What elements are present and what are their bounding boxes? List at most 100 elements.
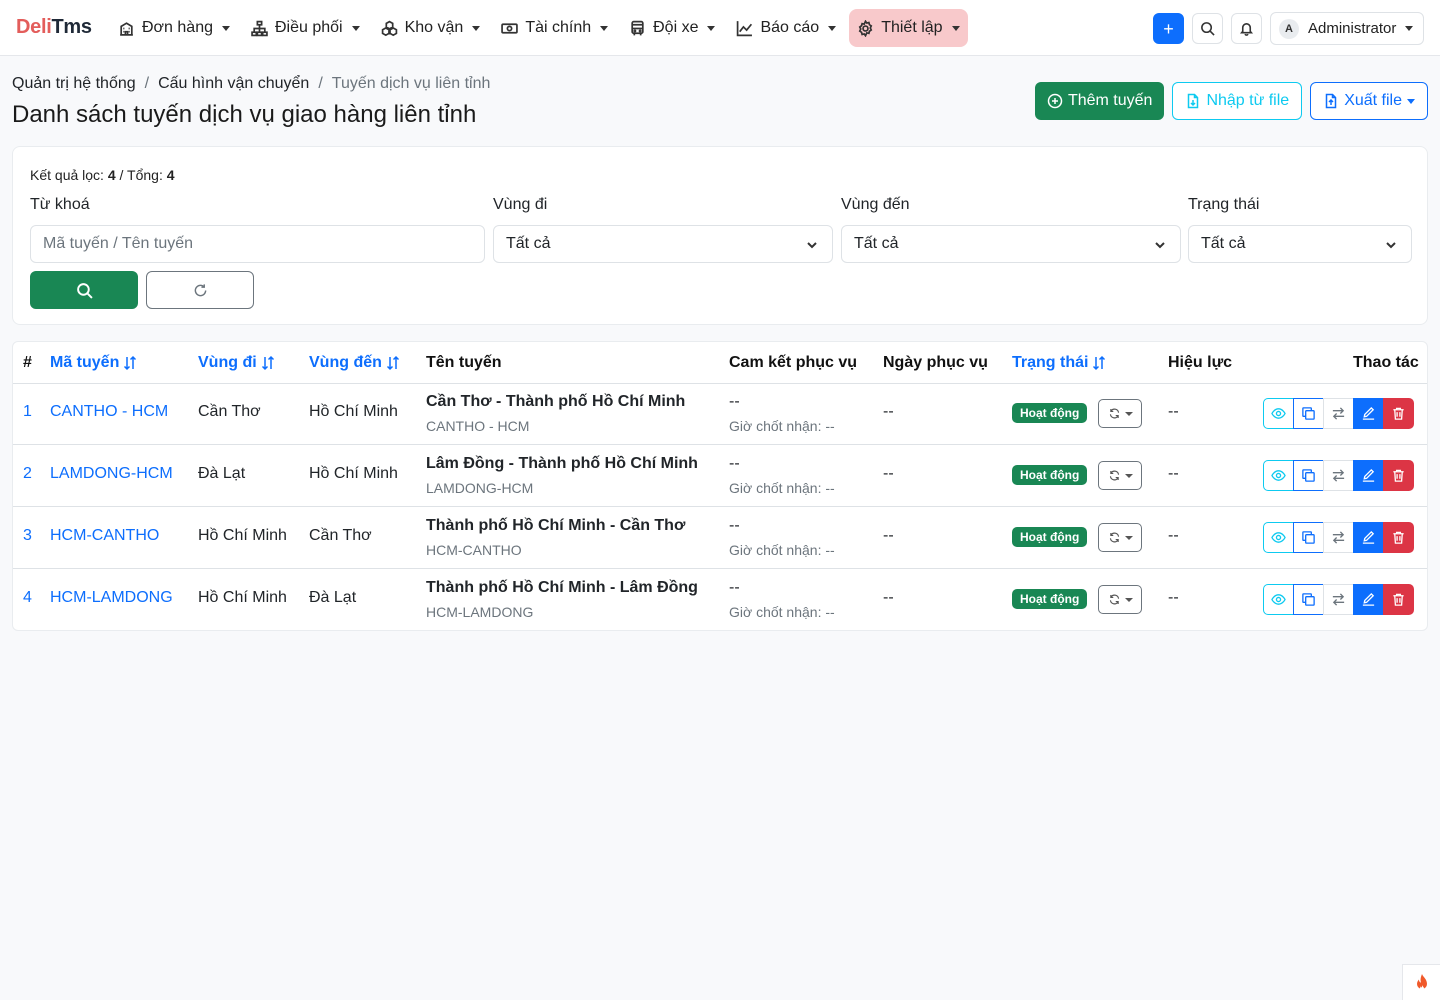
notifications-button[interactable] — [1231, 13, 1262, 44]
delete-button[interactable] — [1383, 398, 1414, 429]
chevron-down-icon — [1154, 238, 1166, 250]
view-button[interactable] — [1263, 398, 1294, 429]
row-actions — [1263, 398, 1414, 430]
caret-down-icon — [1407, 98, 1415, 104]
status-badge: Hoạt động — [1012, 403, 1088, 423]
quick-add-button[interactable]: + — [1153, 13, 1184, 44]
brand-logo[interactable]: DeliTms — [16, 16, 92, 39]
row-index[interactable]: 3 — [23, 527, 32, 545]
change-status-dropdown[interactable] — [1098, 523, 1142, 552]
result-count: 4 — [107, 167, 116, 183]
effective-value: -- — [1168, 527, 1179, 544]
reverse-route-button[interactable] — [1323, 522, 1354, 553]
row-index[interactable]: 2 — [23, 465, 32, 483]
from-region-value: Tất cả — [506, 235, 551, 252]
sync-icon — [1108, 407, 1121, 420]
status-badge: Hoạt động — [1012, 465, 1088, 485]
column-header-index: # — [23, 354, 32, 371]
keyword-label: Từ khoá — [30, 196, 90, 213]
view-button[interactable] — [1263, 584, 1294, 615]
from-region-label: Vùng đi — [493, 196, 548, 213]
edit-button[interactable] — [1353, 584, 1384, 615]
reverse-route-button[interactable] — [1323, 398, 1354, 429]
floating-debug-badge[interactable] — [1402, 964, 1440, 1000]
column-header-actions: Thao tác — [1353, 354, 1419, 371]
row-index[interactable]: 1 — [23, 403, 32, 421]
menu-item-fleet[interactable]: Đội xe — [621, 9, 723, 47]
view-button[interactable] — [1263, 460, 1294, 491]
export-file-button[interactable]: Xuất file — [1310, 82, 1428, 120]
duplicate-button[interactable] — [1293, 398, 1324, 429]
menu-item-settings[interactable]: Thiết lập — [849, 9, 968, 47]
export-file-label: Xuất file — [1344, 92, 1402, 109]
swap-arrows-icon — [1331, 406, 1346, 421]
reverse-route-button[interactable] — [1323, 460, 1354, 491]
row-index[interactable]: 4 — [23, 589, 32, 607]
breadcrumb-separator: / — [318, 75, 323, 92]
service-days: -- — [883, 403, 894, 420]
route-name: Thành phố Hồ Chí Minh - Lâm Đồng — [426, 579, 698, 596]
edit-button[interactable] — [1353, 522, 1384, 553]
route-name-code: HCM-CANTHO — [426, 542, 522, 558]
cash-icon — [501, 22, 519, 34]
search-icon — [1201, 22, 1215, 36]
caret-down-icon — [1124, 597, 1133, 602]
reset-filter-button[interactable] — [146, 271, 254, 309]
delete-button[interactable] — [1383, 584, 1414, 615]
keyword-input[interactable]: Mã tuyến / Tên tuyến — [30, 225, 485, 263]
user-menu-button[interactable]: A Administrator — [1270, 12, 1424, 45]
add-route-button[interactable]: Thêm tuyến — [1034, 82, 1165, 120]
plus-circle-icon — [1047, 93, 1063, 109]
column-header-code[interactable]: Mã tuyến — [50, 354, 138, 372]
menu-item-warehouse[interactable]: Kho vận — [373, 9, 489, 47]
status-select[interactable]: Tất cả — [1188, 225, 1412, 263]
breadcrumb-item-transport-config[interactable]: Cấu hình vận chuyển — [158, 75, 309, 93]
column-header-service-days: Ngày phục vụ — [883, 354, 988, 371]
menu-item-finance[interactable]: Tài chính — [493, 9, 616, 47]
route-name-code: HCM-LAMDONG — [426, 604, 534, 620]
change-status-dropdown[interactable] — [1098, 461, 1142, 490]
caret-down-icon — [351, 25, 360, 31]
view-button[interactable] — [1263, 522, 1294, 553]
from-region-select[interactable]: Tất cả — [493, 225, 833, 263]
route-name: Cần Thơ - Thành phố Hồ Chí Minh — [426, 393, 686, 410]
import-file-button[interactable]: Nhập từ file — [1172, 82, 1303, 120]
edit-button[interactable] — [1353, 460, 1384, 491]
route-code-link[interactable]: CANTHO - HCM — [50, 403, 168, 421]
change-status-dropdown[interactable] — [1098, 585, 1142, 614]
menu-item-label: Tài chính — [525, 19, 592, 36]
breadcrumb-item-admin[interactable]: Quản trị hệ thống — [12, 75, 136, 93]
duplicate-button[interactable] — [1293, 584, 1324, 615]
cutoff-time: Giờ chốt nhận: -- — [729, 480, 835, 496]
to-region-select[interactable]: Tất cả — [841, 225, 1181, 263]
menu-item-reports[interactable]: Báo cáo — [728, 9, 844, 47]
reverse-route-button[interactable] — [1323, 584, 1354, 615]
brand-logo-part1: Deli — [16, 16, 52, 38]
caret-down-icon — [951, 25, 960, 31]
edit-button[interactable] — [1353, 398, 1384, 429]
duplicate-button[interactable] — [1293, 460, 1324, 491]
delete-button[interactable] — [1383, 522, 1414, 553]
delete-button[interactable] — [1383, 460, 1414, 491]
effective-value: -- — [1168, 465, 1179, 482]
swap-arrows-icon — [1331, 592, 1346, 607]
menu-item-orders[interactable]: Đơn hàng — [110, 9, 238, 47]
plus-icon: + — [1163, 18, 1174, 39]
route-code-link[interactable]: HCM-LAMDONG — [50, 589, 173, 607]
column-header-name: Tên tuyến — [426, 354, 502, 371]
column-header-commitment: Cam kết phục vụ — [729, 354, 858, 371]
copy-icon — [1301, 468, 1316, 483]
column-header-status[interactable]: Trạng thái — [1012, 354, 1107, 372]
menu-item-dispatch[interactable]: Điều phối — [243, 9, 368, 47]
route-code-link[interactable]: LAMDONG-HCM — [50, 465, 173, 483]
column-header-to[interactable]: Vùng đến — [309, 354, 401, 372]
search-button[interactable] — [1192, 13, 1223, 44]
total-label: / Tổng: — [119, 167, 163, 183]
table-row: 1 CANTHO - HCM Cần Thơ Hồ Chí Minh Cần Thơ -… — [13, 383, 1427, 445]
effective-value: -- — [1168, 589, 1179, 606]
column-header-from[interactable]: Vùng đi — [198, 354, 276, 372]
route-code-link[interactable]: HCM-CANTHO — [50, 527, 159, 545]
search-filter-button[interactable] — [30, 271, 138, 309]
change-status-dropdown[interactable] — [1098, 399, 1142, 428]
duplicate-button[interactable] — [1293, 522, 1324, 553]
